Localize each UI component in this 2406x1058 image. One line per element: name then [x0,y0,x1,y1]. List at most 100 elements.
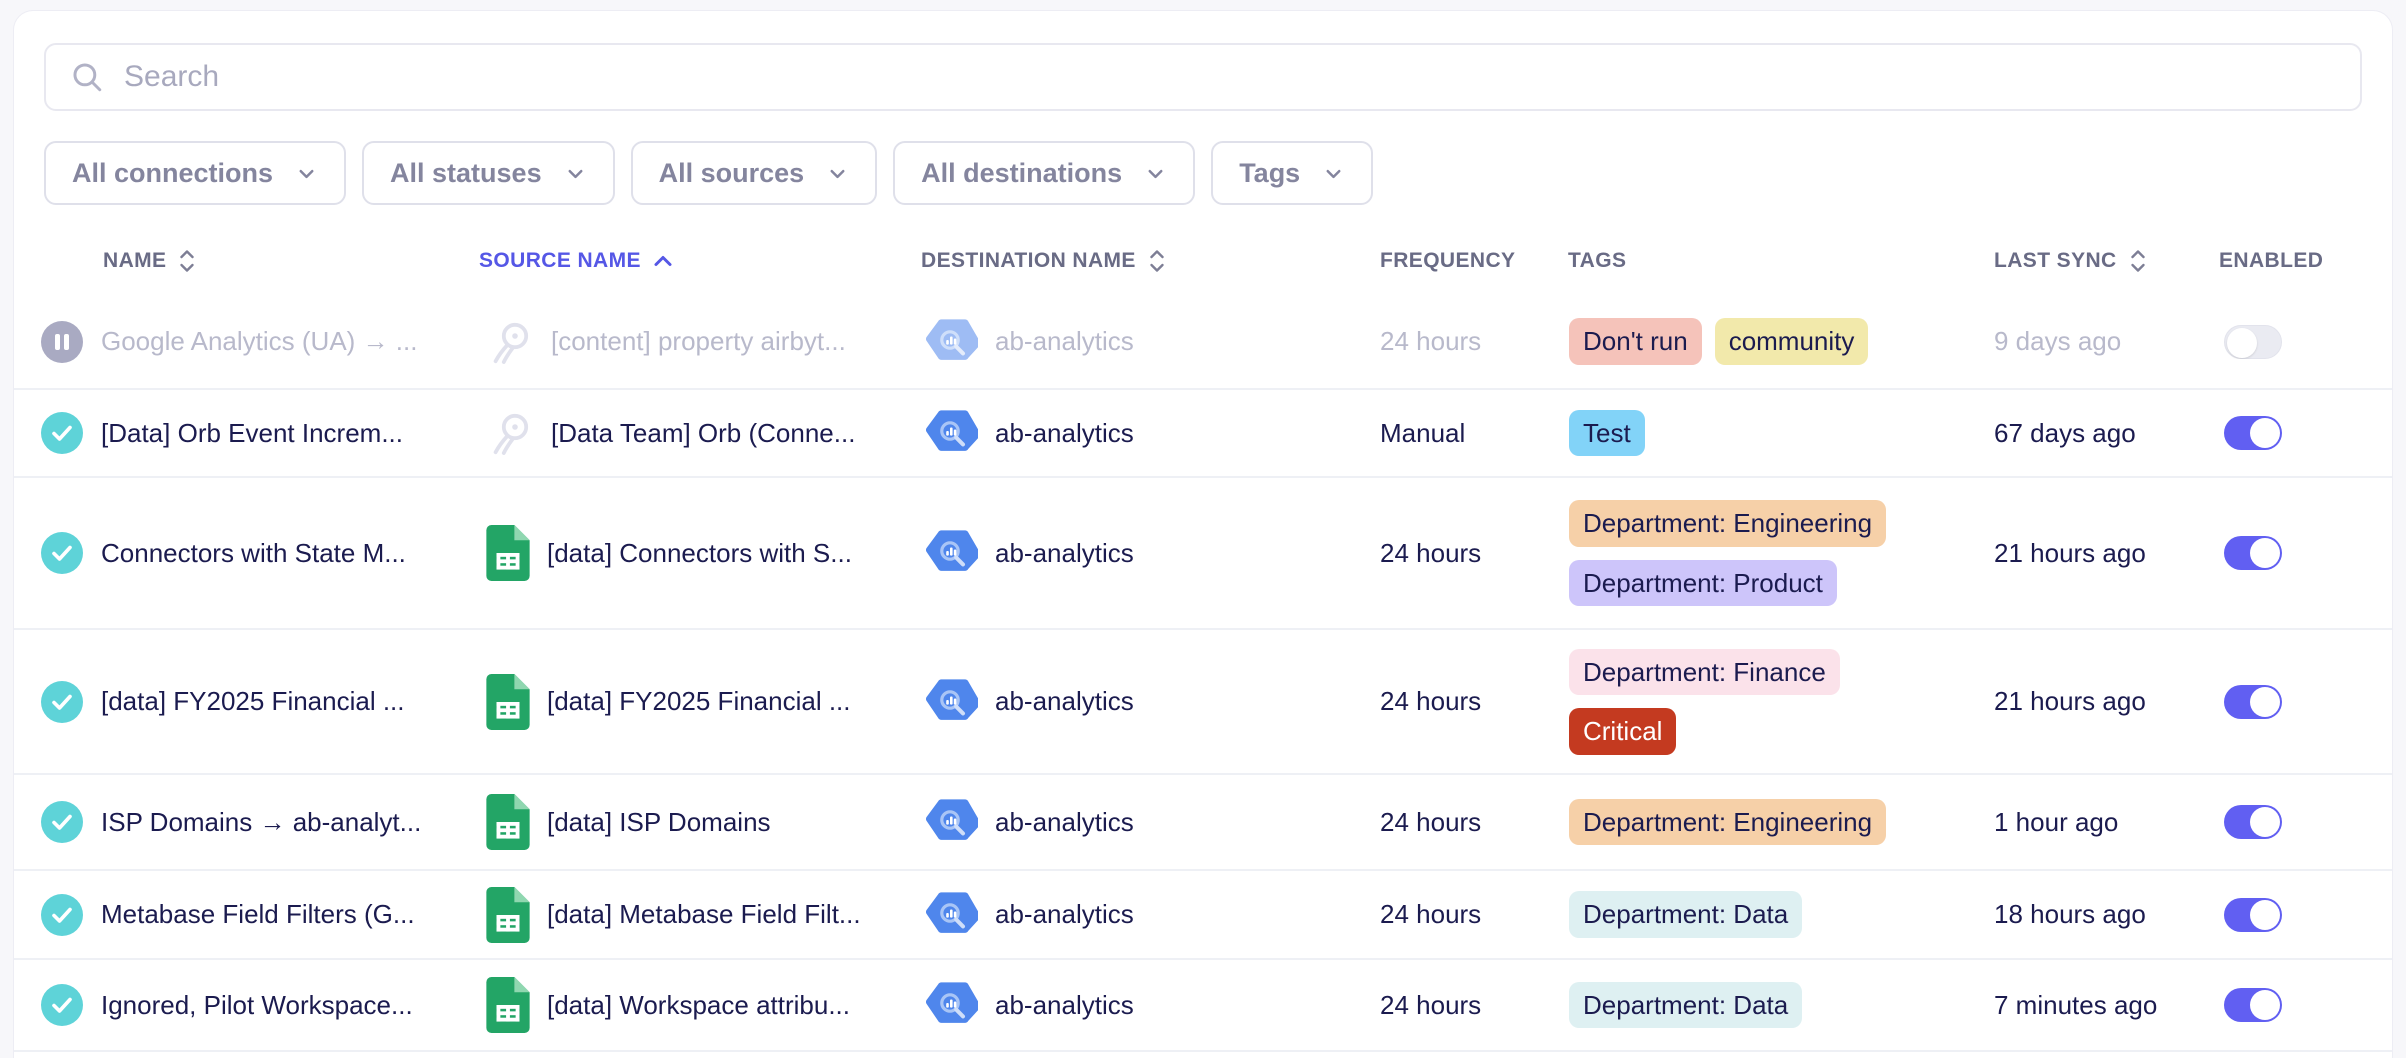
connections-table-body: Google Analytics (UA) → ... [content] pr… [14,295,2392,1052]
source-name: [data] ISP Domains [547,807,771,838]
enabled-toggle[interactable] [2224,416,2282,450]
source-name: [Data Team] Orb (Conne... [551,418,855,449]
chevron-down-icon [1322,162,1345,185]
connection-name: Ignored, Pilot Workspace... [101,990,413,1021]
column-label: NAME [103,249,166,273]
filter-label: All destinations [921,158,1122,189]
tag-badge: Critical [1569,708,1676,755]
enabled-toggle[interactable] [2224,536,2282,570]
source-name: [data] Connectors with S... [547,538,852,569]
column-label: SOURCE NAME [479,249,641,273]
toggle-knob [2250,807,2280,837]
destination-name: ab-analytics [995,538,1134,569]
sheets-icon [486,887,530,943]
column-label: LAST SYNC [1994,249,2117,273]
tag-badge: Department: Data [1569,891,1802,938]
check-icon [40,893,84,937]
connection-row[interactable]: Ignored, Pilot Workspace... [data] Works… [14,960,2392,1052]
column-header-frequency: FREQUENCY [1373,249,1558,273]
last-sync-value: 18 hours ago [1994,899,2146,930]
connection-name: [data] FY2025 Financial ... [101,686,405,717]
toggle-knob [2250,538,2280,568]
last-sync-value: 9 days ago [1994,326,2121,357]
orb-icon [486,318,534,366]
connection-row[interactable]: Metabase Field Filters (G... [data] Meta… [14,871,2392,960]
tag-badge: Don't run [1569,318,1702,365]
orb-icon [486,409,534,457]
filter-dropdown-all-destinations[interactable]: All destinations [893,141,1195,205]
tags-group: Department: Engineering [1569,799,1886,846]
last-sync-value: 21 hours ago [1994,538,2146,569]
connection-name: Metabase Field Filters (G... [101,899,415,930]
bigquery-icon [926,892,978,938]
chevron-down-icon [295,162,318,185]
filter-dropdown-all-statuses[interactable]: All statuses [362,141,615,205]
connection-name: [Data] Orb Event Increm... [101,418,403,449]
connection-row[interactable]: [data] FY2025 Financial ... [data] FY202… [14,630,2392,775]
connection-row[interactable]: Google Analytics (UA) → ... [content] pr… [14,295,2392,390]
sort-icon [176,248,198,274]
tag-badge: Department: Engineering [1569,799,1886,846]
frequency-value: 24 hours [1380,538,1481,569]
pause-icon [40,320,84,364]
enabled-toggle[interactable] [2224,805,2282,839]
check-icon [40,983,84,1027]
bigquery-icon [926,679,978,725]
toggle-knob [2250,990,2280,1020]
column-header-name[interactable]: NAME [14,248,473,274]
last-sync-value: 67 days ago [1994,418,2136,449]
column-label: DESTINATION NAME [921,249,1136,273]
tag-badge: Test [1569,410,1645,457]
frequency-value: 24 hours [1380,990,1481,1021]
filter-label: All sources [659,158,805,189]
tag-badge: community [1715,318,1869,365]
source-name: [data] Metabase Field Filt... [547,899,861,930]
filter-dropdown-all-connections[interactable]: All connections [44,141,346,205]
tags-group: Test [1569,410,1645,457]
destination-name: ab-analytics [995,418,1134,449]
bigquery-icon [926,410,978,456]
last-sync-value: 21 hours ago [1994,686,2146,717]
search-bar[interactable] [44,43,2362,111]
frequency-value: 24 hours [1380,686,1481,717]
tag-badge: Department: Product [1569,560,1837,607]
destination-name: ab-analytics [995,326,1134,357]
source-name: [content] property airbyt... [551,326,846,357]
tag-badge: Department: Data [1569,982,1802,1029]
destination-name: ab-analytics [995,686,1134,717]
toggle-knob [2250,687,2280,717]
tags-group: Don't run community [1569,318,1868,365]
tag-badge: Department: Engineering [1569,500,1886,547]
connection-row[interactable]: [Data] Orb Event Increm... [Data Team] O… [14,390,2392,478]
column-header-source[interactable]: SOURCE NAME [473,249,913,273]
enabled-toggle[interactable] [2224,325,2282,359]
toggle-knob [2250,900,2280,930]
table-header: NAME SOURCE NAME DESTINATION NAME FREQUENCY… [14,227,2392,295]
toggle-knob [2227,328,2257,358]
column-header-tags: TAGS [1558,249,1983,273]
last-sync-value: 7 minutes ago [1994,990,2157,1021]
destination-name: ab-analytics [995,899,1134,930]
connection-row[interactable]: Connectors with State M... [data] Connec… [14,478,2392,630]
search-input[interactable] [124,60,2336,94]
connection-row[interactable]: ISP Domains → ab-analyt... [data] ISP Do… [14,775,2392,871]
enabled-toggle[interactable] [2224,685,2282,719]
sheets-icon [486,977,530,1033]
enabled-toggle[interactable] [2224,988,2282,1022]
chevron-down-icon [564,162,587,185]
bigquery-icon [926,982,978,1028]
filter-bar: All connections All statuses All sources Al… [44,141,2362,205]
check-icon [40,680,84,724]
sort-icon [1146,248,1168,274]
column-label: TAGS [1568,249,1626,273]
frequency-value: Manual [1380,418,1465,449]
filter-label: All connections [72,158,273,189]
tags-group: Department: Data [1569,891,1802,938]
enabled-toggle[interactable] [2224,898,2282,932]
filter-dropdown-all-sources[interactable]: All sources [631,141,878,205]
column-header-last_sync[interactable]: LAST SYNC [1983,248,2213,274]
destination-name: ab-analytics [995,990,1134,1021]
source-name: [data] FY2025 Financial ... [547,686,851,717]
filter-dropdown-tags[interactable]: Tags [1211,141,1373,205]
column-header-destination[interactable]: DESTINATION NAME [913,248,1373,274]
